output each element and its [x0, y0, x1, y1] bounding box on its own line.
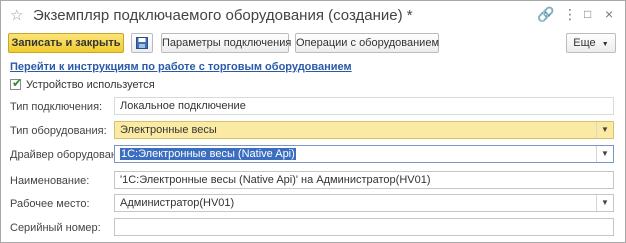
chevron-down-icon: ▼ — [601, 41, 609, 48]
restore-icon[interactable]: □ — [584, 7, 591, 21]
window-title: Экземпляр подключаемого оборудования (со… — [33, 7, 413, 24]
device-used-label: Устройство используется — [26, 79, 155, 91]
more-icon[interactable]: ⋮ — [563, 7, 577, 21]
link-icon[interactable]: 🔗 — [537, 7, 554, 21]
device-operations-button[interactable]: Операции с оборудованием — [295, 33, 439, 53]
name-label: Наименование: — [10, 175, 90, 187]
connection-type-value: Локальное подключение — [120, 100, 246, 112]
name-field[interactable]: '1С:Электронные весы (Native Api)' на Ад… — [114, 171, 614, 189]
instructions-link[interactable]: Перейти к инструкциям по работе с торгов… — [10, 61, 352, 73]
workplace-label: Рабочее место: — [10, 198, 90, 210]
more-actions-label: Еще — [573, 37, 596, 49]
serial-number-field[interactable] — [114, 218, 614, 236]
equipment-type-field[interactable]: Электронные весы ▼ — [114, 121, 614, 139]
save-button[interactable] — [131, 33, 153, 53]
dropdown-arrow-icon[interactable]: ▼ — [596, 146, 613, 162]
driver-value: 1С:Электронные весы (Native Api) — [120, 148, 296, 160]
driver-field[interactable]: 1С:Электронные весы (Native Api) ▼ — [114, 145, 614, 163]
driver-value-wrap: 1С:Электронные весы (Native Api) — [120, 148, 296, 160]
close-icon[interactable]: × — [605, 7, 613, 21]
equipment-type-label: Тип оборудования: — [10, 125, 107, 137]
dropdown-arrow-icon[interactable]: ▼ — [596, 195, 613, 211]
workplace-value: Администратор(HV01) — [120, 197, 235, 209]
floppy-disk-icon — [136, 37, 148, 49]
serial-number-label: Серийный номер: — [10, 222, 101, 234]
dropdown-arrow-icon[interactable]: ▼ — [596, 122, 613, 138]
toolbar: Записать и закрыть Параметры подключения… — [1, 31, 625, 55]
device-used-checkbox[interactable]: ✔ — [10, 76, 23, 90]
connection-parameters-button[interactable]: Параметры подключения — [161, 33, 291, 53]
connection-type-label: Тип подключения: — [10, 101, 103, 113]
favorite-star-icon[interactable]: ☆ — [10, 6, 23, 24]
connection-type-field: Локальное подключение — [114, 97, 614, 115]
name-value: '1С:Электронные весы (Native Api)' на Ад… — [120, 174, 431, 186]
title-bar: ☆ Экземпляр подключаемого оборудования (… — [1, 1, 625, 31]
equipment-type-value: Электронные весы — [120, 124, 217, 136]
workplace-field[interactable]: Администратор(HV01) ▼ — [114, 194, 614, 212]
checkmark-icon: ✔ — [12, 76, 23, 90]
form-window: ☆ Экземпляр подключаемого оборудования (… — [0, 0, 626, 243]
more-actions-button[interactable]: Еще ▼ — [566, 33, 616, 53]
save-and-close-button[interactable]: Записать и закрыть — [8, 33, 124, 53]
